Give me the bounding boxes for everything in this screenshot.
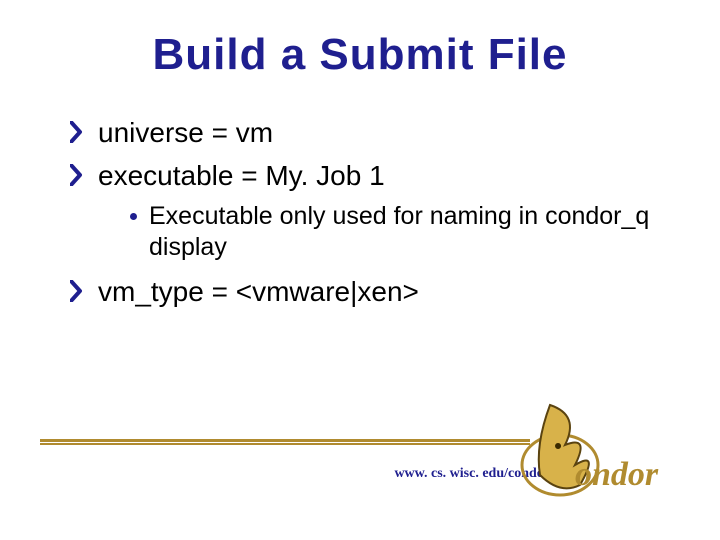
- bullet-text: executable = My. Job 1: [98, 158, 385, 193]
- bullet-dot-icon: [130, 213, 137, 220]
- bullet-list: universe = vm executable = My. Job 1 Exe…: [50, 115, 670, 309]
- chevron-right-icon: [70, 280, 84, 302]
- bullet-text: vm_type = <vmware|xen>: [98, 274, 419, 309]
- bullet-text: universe = vm: [98, 115, 273, 150]
- chevron-right-icon: [70, 121, 84, 143]
- chevron-right-icon: [70, 164, 84, 186]
- logo-text: ondor: [575, 456, 659, 493]
- divider: [40, 439, 530, 445]
- list-item: vm_type = <vmware|xen>: [70, 274, 670, 309]
- slide: Build a Submit File universe = vm execut…: [0, 0, 720, 540]
- bullet-text: Executable only used for naming in condo…: [149, 201, 669, 264]
- page-title: Build a Submit File: [50, 30, 670, 80]
- condor-logo: ondor: [520, 395, 690, 515]
- list-item: Executable only used for naming in condo…: [130, 201, 670, 264]
- list-item: universe = vm: [70, 115, 670, 150]
- list-item: executable = My. Job 1: [70, 158, 670, 193]
